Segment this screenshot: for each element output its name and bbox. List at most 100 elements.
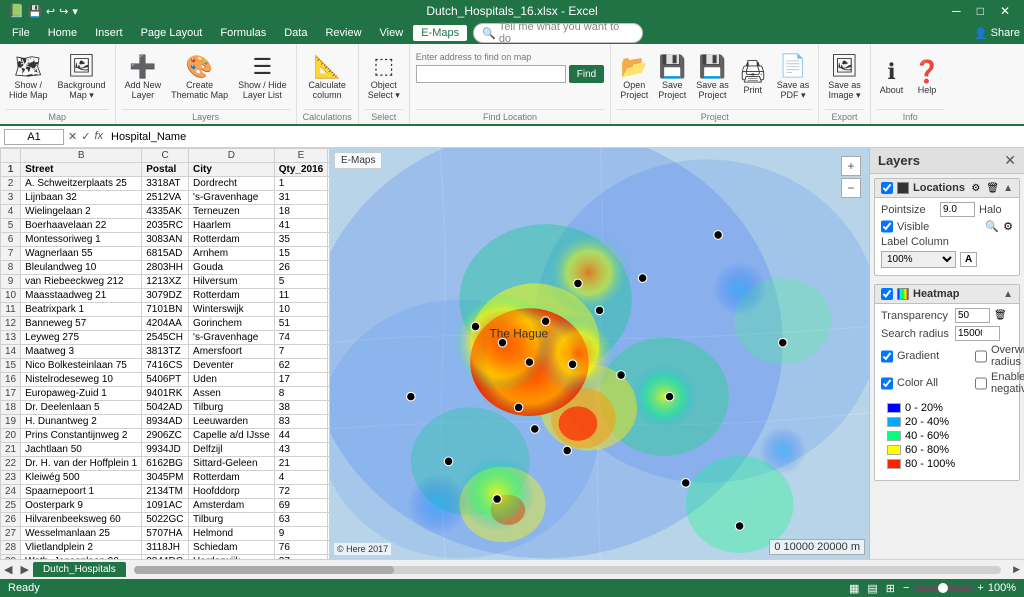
tab-insert[interactable]: Insert — [87, 25, 131, 41]
cell[interactable]: 's-Gravenhage — [189, 331, 275, 345]
tab-review[interactable]: Review — [317, 25, 369, 41]
cell[interactable]: 2512VA — [142, 191, 189, 205]
table-row[interactable]: 1 Street Postal City Qty_2016 Qty_2015 — [1, 163, 330, 177]
zoom-out-button[interactable]: − — [841, 178, 861, 198]
about-button[interactable]: ℹ About — [877, 58, 907, 97]
tab-page-layout[interactable]: Page Layout — [133, 25, 211, 41]
cell[interactable]: 41 — [274, 219, 327, 233]
table-row[interactable]: 20Prins Constantijnweg 22906ZCCapelle a/… — [1, 429, 330, 443]
cell[interactable]: 11 — [274, 289, 327, 303]
cell[interactable]: Hilvarenbeeksweg 60 — [21, 513, 142, 527]
cell-reference[interactable] — [4, 129, 64, 145]
cell[interactable]: Winterswijk — [189, 303, 275, 317]
heatmap-visible-checkbox[interactable] — [881, 288, 893, 300]
cell[interactable] — [328, 177, 329, 191]
cell[interactable]: 26 — [274, 261, 327, 275]
cell[interactable]: Prins Constantijnweg 2 — [21, 429, 142, 443]
view-page-break-icon[interactable]: ⊞ — [886, 582, 895, 595]
table-row[interactable]: 23Kleiwég 5003045PMRotterdam422 — [1, 471, 330, 485]
tell-me-input[interactable]: 🔍 Tell me what you want to do — [473, 23, 643, 43]
tab-view[interactable]: View — [372, 25, 412, 41]
table-row[interactable]: 10Maasstaadweg 213079DZRotterdam119 — [1, 289, 330, 303]
cell[interactable]: 5 — [328, 233, 329, 247]
create-thematic-map-button[interactable]: 🎨 CreateThematic Map — [168, 53, 231, 102]
table-row[interactable]: 16Nistelrodeseweg 105406PTUden1715 — [1, 373, 330, 387]
locations-visible-checkbox[interactable] — [881, 182, 893, 194]
cell[interactable]: Wesselmanlaan 25 — [21, 527, 142, 541]
table-row[interactable]: 25Oosterpark 91091ACAmsterdam6924 — [1, 499, 330, 513]
cell[interactable]: 11 — [328, 317, 329, 331]
table-row[interactable]: 13Leyweg 2752545CH's-Gravenhage7412 — [1, 331, 330, 345]
cell[interactable]: 15 — [328, 373, 329, 387]
table-row[interactable]: 8Bleulandweg 102803HHGouda267 — [1, 261, 330, 275]
cell[interactable]: 2906ZC — [142, 429, 189, 443]
show-hide-layer-list-button[interactable]: ☰ Show / HideLayer List — [235, 53, 290, 102]
cell[interactable]: 5 — [274, 275, 327, 289]
visible-checkbox[interactable] — [881, 220, 893, 233]
cell[interactable]: Helmond — [189, 527, 275, 541]
cell[interactable]: 's-Gravenhage — [189, 191, 275, 205]
cell[interactable]: Kleiwég 500 — [21, 471, 142, 485]
table-row[interactable]: 7Wagnerlaan 556815ADArnhem156 — [1, 247, 330, 261]
object-select-button[interactable]: ⬚ ObjectSelect ▾ — [365, 52, 403, 102]
cell[interactable]: Banneweg 57 — [21, 317, 142, 331]
cell[interactable]: 1 — [274, 177, 327, 191]
zoom-slider[interactable] — [913, 585, 973, 591]
cell[interactable]: A. Schweitzerplaats 25 — [21, 177, 142, 191]
table-row[interactable]: 14Maatweg 33813TZAmersfoort713 — [1, 345, 330, 359]
cell[interactable]: 3813TZ — [142, 345, 189, 359]
cell[interactable]: 7 — [274, 345, 327, 359]
cell[interactable]: 51 — [274, 317, 327, 331]
cell[interactable]: 5406PT — [142, 373, 189, 387]
cell[interactable]: Gouda — [189, 261, 275, 275]
insert-function-icon[interactable]: fx — [94, 130, 103, 143]
tab-file[interactable]: File — [4, 25, 38, 41]
cell[interactable]: 74 — [274, 331, 327, 345]
save-project-button[interactable]: 💾 SaveProject — [655, 53, 689, 102]
cell[interactable]: 17 — [328, 401, 329, 415]
cell[interactable]: Dordrecht — [189, 177, 275, 191]
cell[interactable]: 69 — [274, 499, 327, 513]
cell[interactable]: City — [189, 163, 275, 177]
h-scrollbar[interactable] — [126, 566, 1009, 574]
cell[interactable]: 3045PM — [142, 471, 189, 485]
table-row[interactable]: 18Dr. Deelenlaan 55042ADTilburg3817 — [1, 401, 330, 415]
cell[interactable]: 5707HA — [142, 527, 189, 541]
confirm-formula-icon[interactable]: ✓ — [81, 130, 90, 143]
cell[interactable]: Hilversum — [189, 275, 275, 289]
cell[interactable]: 3079DZ — [142, 289, 189, 303]
cell[interactable]: Wielingelaan 2 — [21, 205, 142, 219]
locations-settings-icon[interactable]: ⚙ — [969, 183, 982, 194]
search-layer-icon[interactable]: 🔍 — [985, 220, 999, 233]
cell[interactable]: Uden — [189, 373, 275, 387]
close-button[interactable]: ✕ — [994, 4, 1016, 18]
cell[interactable]: Tilburg — [189, 513, 275, 527]
cell[interactable]: 21 — [328, 457, 329, 471]
cell[interactable]: Amersfoort — [189, 345, 275, 359]
tab-home[interactable]: Home — [40, 25, 85, 41]
view-normal-icon[interactable]: ▦ — [849, 582, 859, 595]
cell[interactable]: 9934JD — [142, 443, 189, 457]
cell[interactable]: 9 — [328, 289, 329, 303]
table-row[interactable]: 2A. Schweitzerplaats 253318ATDordrecht1 — [1, 177, 330, 191]
label-column-select[interactable]: 100% — [881, 251, 956, 268]
cell[interactable]: 27 — [328, 541, 329, 555]
cell[interactable]: 43 — [274, 443, 327, 457]
table-row[interactable]: 12Banneweg 574204AAGorinchem5111 — [1, 317, 330, 331]
cell[interactable]: Haarlem — [189, 219, 275, 233]
cell[interactable]: 23 — [328, 485, 329, 499]
cell[interactable]: 6 — [328, 247, 329, 261]
color-all-checkbox[interactable] — [881, 377, 893, 390]
cell[interactable]: Leyweg 275 — [21, 331, 142, 345]
cell[interactable]: 31 — [274, 191, 327, 205]
cell[interactable]: 4 — [328, 219, 329, 233]
cell[interactable]: 7416CS — [142, 359, 189, 373]
table-row[interactable]: 27Wesselmanlaan 255707HAHelmond926 — [1, 527, 330, 541]
tab-formulas[interactable]: Formulas — [212, 25, 274, 41]
cell[interactable]: Rotterdam — [189, 233, 275, 247]
cell[interactable]: 63 — [274, 513, 327, 527]
cell[interactable]: Hoofddorp — [189, 485, 275, 499]
cell[interactable]: 8 — [274, 387, 327, 401]
cell[interactable]: Street — [21, 163, 142, 177]
save-as-image-button[interactable]: 🖼 Save asImage ▾ — [825, 52, 864, 102]
